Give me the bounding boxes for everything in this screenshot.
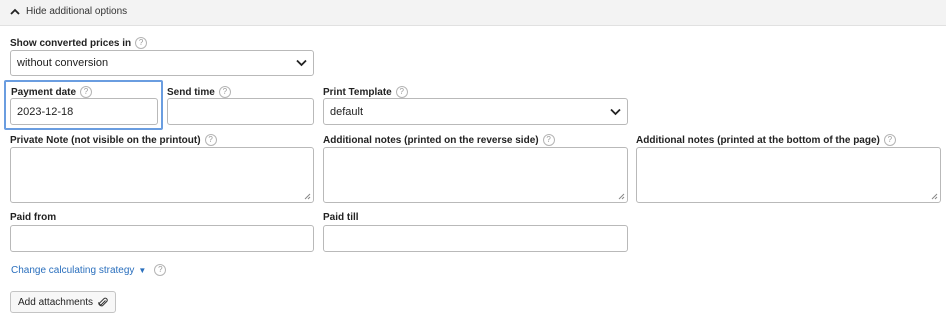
help-icon[interactable]: ? [395,86,408,98]
help-icon[interactable]: ? [154,264,167,276]
add-attachments-button[interactable]: Add attachments [10,291,117,313]
options-toggle-bar: Hide additional options [0,0,946,26]
notes-bottom-label: Additional notes (printed at the bottom … [636,134,896,146]
notes-reverse-textarea[interactable] [323,147,628,203]
help-icon[interactable]: ? [542,134,555,146]
help-icon[interactable]: ? [218,86,231,98]
currency-select-value: without conversion [17,57,109,69]
resize-grip-icon[interactable] [931,193,938,200]
help-icon[interactable]: ? [883,134,896,146]
print-template-label: Print Template ? [323,86,408,98]
currency-label: Show converted prices in ? [10,37,148,49]
chevron-up-icon [10,8,20,15]
caret-down-icon: ▼ [138,265,147,275]
private-note-label: Private Note (not visible on the printou… [10,134,217,146]
resize-grip-icon[interactable] [618,193,625,200]
change-strategy-label: Change calculating strategy [11,264,135,276]
help-icon[interactable]: ? [135,37,148,49]
currency-select[interactable]: without conversion [10,50,314,76]
chevron-down-icon [296,59,307,67]
focus-ring [4,80,163,130]
private-note-textarea[interactable] [10,147,314,203]
resize-grip-icon[interactable] [304,193,311,200]
hide-options-toggle[interactable]: Hide additional options [10,6,127,17]
notes-bottom-textarea[interactable] [636,147,941,203]
paid-till-input[interactable] [323,225,628,252]
paid-from-input[interactable] [10,225,314,252]
change-strategy-link[interactable]: Change calculating strategy ▼ ? [11,264,167,276]
notes-reverse-label: Additional notes (printed on the reverse… [323,134,555,146]
paid-till-label: Paid till [323,212,359,223]
toggle-label: Hide additional options [26,6,128,17]
send-time-input[interactable] [167,98,314,125]
print-template-select[interactable]: default [323,98,628,125]
paid-from-label: Paid from [10,212,57,223]
send-time-label: Send time ? [167,86,231,98]
print-template-value: default [330,105,364,118]
help-icon[interactable]: ? [204,134,217,146]
chevron-down-icon [610,108,621,115]
